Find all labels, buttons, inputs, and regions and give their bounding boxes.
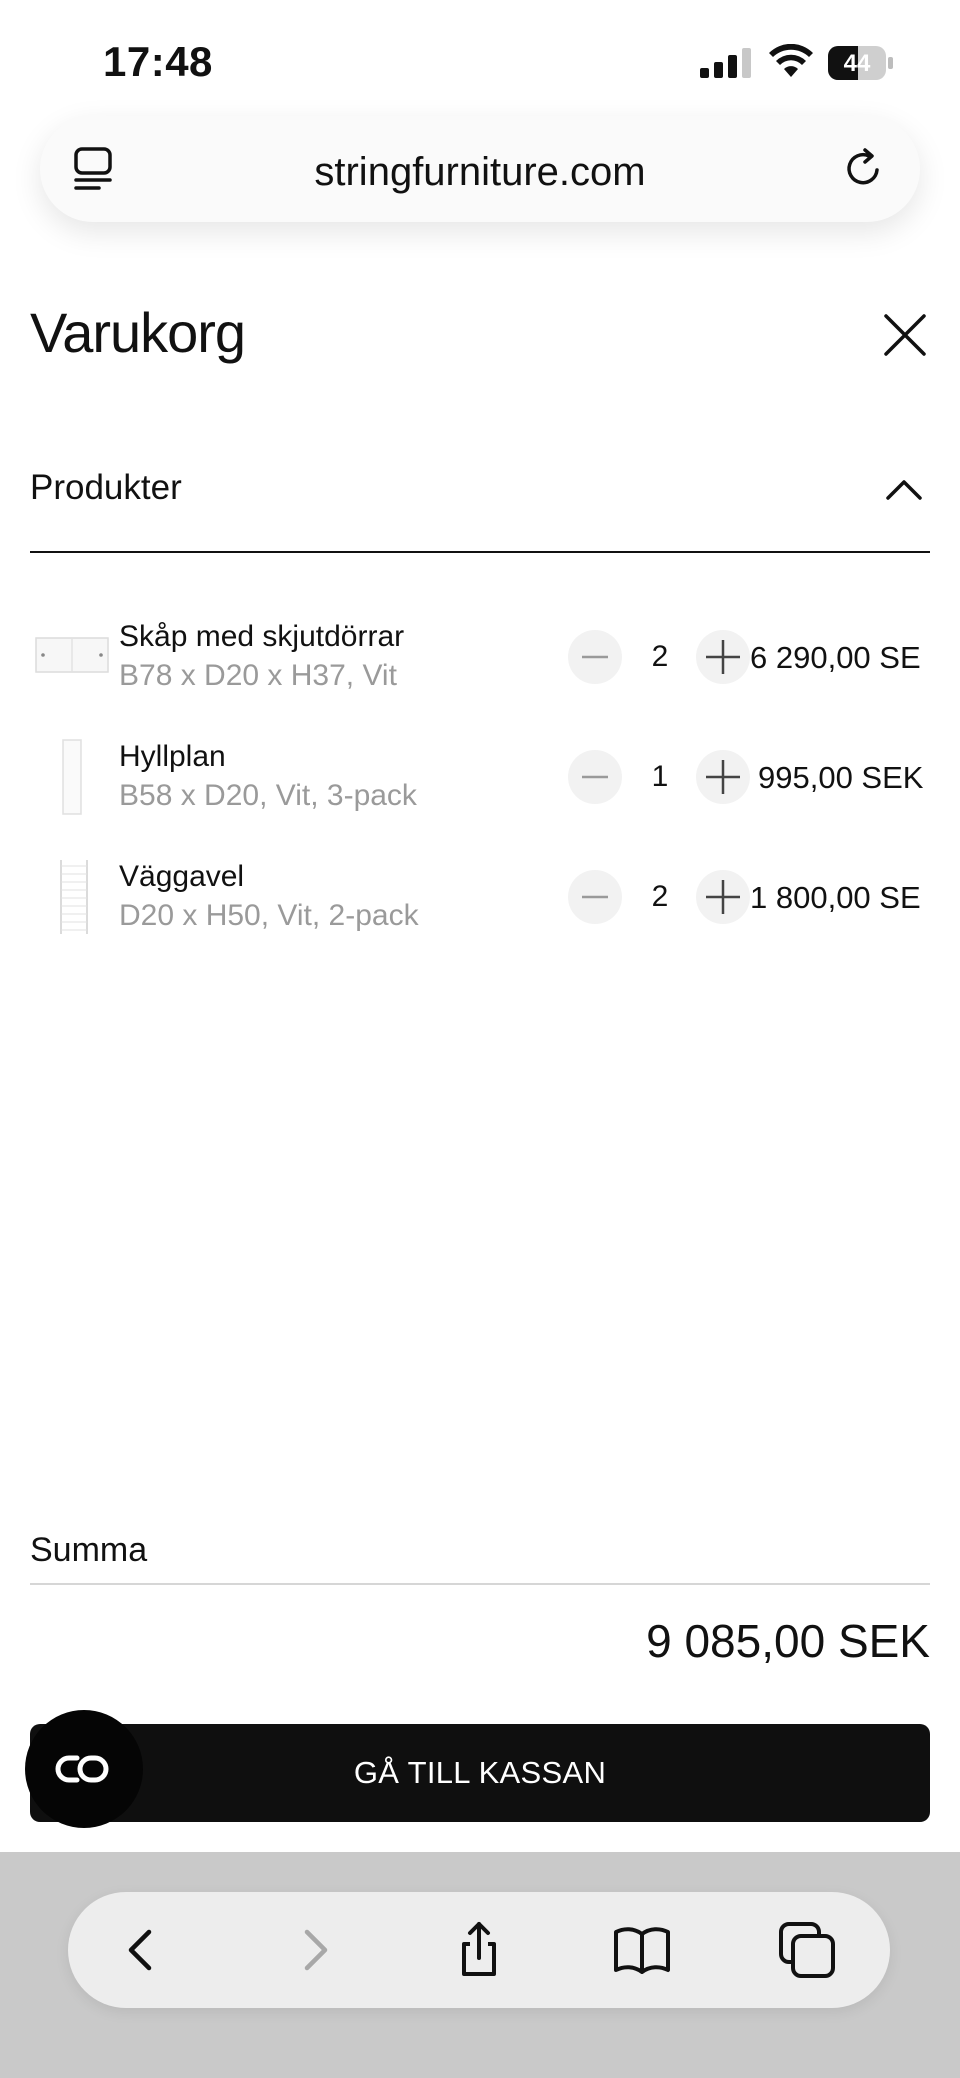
item-price: 995,00 SEK (758, 760, 924, 795)
bookmarks-icon[interactable] (612, 1920, 672, 1980)
reload-icon[interactable] (839, 144, 887, 192)
chevron-up-icon[interactable] (880, 468, 928, 510)
decrease-quantity-button[interactable] (568, 750, 622, 804)
product-image-shelf (62, 739, 82, 815)
minus-icon (582, 655, 608, 659)
products-section-label[interactable]: Produkter (30, 468, 182, 508)
address-bar[interactable]: stringfurniture.com (40, 116, 920, 222)
product-image-cabinet (35, 637, 109, 673)
item-quantity: 2 (651, 640, 669, 673)
cart-item: Väggavel D20 x H50, Vit, 2-pack 2 1 800,… (0, 840, 960, 950)
share-icon[interactable] (449, 1920, 509, 1980)
tabs-icon[interactable] (777, 1920, 837, 1980)
item-variant: B78 x D20 x H37, Vit (119, 659, 397, 692)
plus-icon (706, 760, 740, 794)
back-icon[interactable] (113, 1920, 173, 1980)
item-price: 1 800,00 SE (750, 880, 921, 915)
item-variant: B58 x D20, Vit, 3-pack (119, 779, 417, 812)
item-quantity: 2 (651, 880, 669, 913)
item-variant: D20 x H50, Vit, 2-pack (119, 899, 419, 932)
url-text[interactable]: stringfurniture.com (40, 150, 920, 195)
increase-quantity-button[interactable] (696, 870, 750, 924)
cart-title: Varukorg (30, 301, 246, 364)
battery-level: 44 (843, 50, 871, 77)
cart-item: Skåp med skjutdörrar B78 x D20 x H37, Vi… (0, 600, 960, 710)
close-icon[interactable] (880, 310, 930, 360)
cellular-signal-icon (700, 48, 751, 78)
product-image-wall-panel (60, 860, 88, 934)
forward-icon[interactable] (283, 1920, 343, 1980)
minus-icon (582, 775, 608, 779)
browser-toolbar (68, 1892, 890, 2008)
plus-icon (706, 880, 740, 914)
item-name: Hyllplan (119, 740, 226, 773)
wifi-icon (769, 44, 813, 77)
chat-icon (55, 1755, 109, 1783)
decrease-quantity-button[interactable] (568, 630, 622, 684)
item-quantity: 1 (651, 760, 669, 793)
item-name: Väggavel (119, 860, 245, 893)
checkout-button[interactable]: GÅ TILL KASSAN (30, 1724, 930, 1822)
plus-icon (706, 640, 740, 674)
section-divider (30, 551, 930, 553)
increase-quantity-button[interactable] (696, 750, 750, 804)
item-price: 6 290,00 SE (750, 640, 921, 675)
decrease-quantity-button[interactable] (568, 870, 622, 924)
minus-icon (582, 895, 608, 899)
sum-label: Summa (30, 1531, 148, 1569)
status-time: 17:48 (103, 38, 213, 85)
increase-quantity-button[interactable] (696, 630, 750, 684)
sum-divider (30, 1583, 930, 1585)
sum-value: 9 085,00 SEK (646, 1615, 930, 1667)
item-name: Skåp med skjutdörrar (119, 620, 405, 653)
battery-indicator: 44 (828, 46, 894, 80)
cart-item: Hyllplan B58 x D20, Vit, 3-pack 1 995,00… (0, 720, 960, 830)
chat-button[interactable] (25, 1710, 143, 1828)
